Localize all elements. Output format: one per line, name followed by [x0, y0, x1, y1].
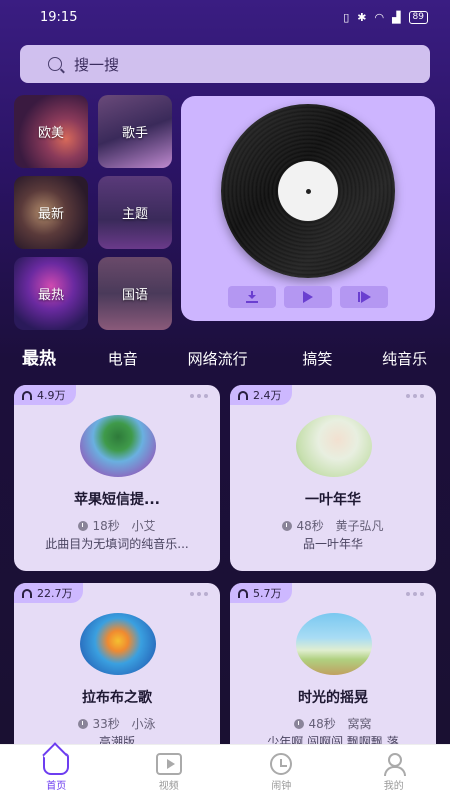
song-artist: 窝窝 [347, 717, 372, 731]
clock-icon [282, 520, 293, 531]
song-title: 时光的摇晃 [298, 690, 368, 706]
nav-label: 闹钟 [271, 781, 292, 792]
song-cover [80, 415, 156, 477]
player-controls [228, 286, 388, 308]
play-count-badge: 4.9万 [14, 385, 76, 405]
nav-label: 首页 [46, 781, 67, 792]
song-desc: 此曲目为无填词的纯音乐... [45, 537, 189, 551]
tab-chunyinyue[interactable]: 纯音乐 [382, 348, 442, 369]
category-label: 主题 [121, 207, 148, 222]
song-duration: 33秒 [92, 717, 120, 731]
song-meta: 48秒 窝窝 [230, 715, 436, 732]
song-card[interactable]: 4.9万 苹果短信提... 18秒 小艾 此曲目为无填词的纯音乐... [14, 385, 220, 571]
tab-gaoxiao[interactable]: 搞笑 [302, 348, 382, 369]
song-artist: 小艾 [131, 519, 156, 533]
category-label: 歌手 [121, 126, 148, 141]
play-count: 2.4万 [253, 389, 282, 402]
category-label: 国语 [121, 288, 148, 303]
download-button[interactable] [228, 286, 276, 308]
play-count-badge: 5.7万 [230, 583, 292, 603]
more-icon[interactable] [406, 394, 424, 398]
category-tile-oumei[interactable]: 欧美 [14, 95, 88, 168]
search-input[interactable]: 搜一搜 [20, 45, 430, 83]
song-artist: 黄子弘凡 [335, 519, 384, 533]
song-title: 一叶年华 [305, 492, 361, 508]
vinyl-record-image [221, 104, 395, 278]
vinyl-label [278, 161, 338, 221]
song-cover [296, 613, 372, 675]
play-icon [303, 291, 313, 303]
play-count: 22.7万 [37, 587, 73, 600]
clock-icon [78, 718, 89, 729]
signal-icon: ▟ [392, 10, 401, 24]
headphone-icon [238, 588, 248, 598]
nav-label: 视频 [158, 781, 179, 792]
play-count-badge: 2.4万 [230, 385, 292, 405]
more-icon[interactable] [190, 394, 208, 398]
status-bar: 19:15 ▯ ✱ ◠ ▟ 89 [0, 0, 450, 34]
category-label: 欧美 [37, 126, 64, 141]
tab-wangluoliuxing[interactable]: 网络流行 [188, 348, 303, 369]
video-icon [155, 753, 182, 775]
song-meta: 33秒 小泳 [14, 715, 220, 732]
song-duration: 18秒 [92, 519, 120, 533]
song-card[interactable]: 22.7万 拉布布之歌 33秒 小泳 高潮版 [14, 583, 220, 769]
home-icon [43, 753, 70, 775]
nav-alarm[interactable]: 闹钟 [251, 753, 311, 792]
category-tile-zhuti[interactable]: 主题 [98, 176, 172, 249]
song-meta: 18秒 小艾 [14, 517, 220, 534]
alarm-icon [270, 753, 293, 775]
profile-icon [383, 753, 406, 776]
song-title: 拉布布之歌 [82, 690, 152, 706]
headphone-icon [22, 588, 32, 598]
status-time: 19:15 [40, 9, 78, 25]
nav-video[interactable]: 视频 [139, 753, 199, 792]
category-tabs: 最热 电音 网络流行 搞笑 纯音乐 [22, 344, 442, 369]
song-duration: 48秒 [296, 519, 324, 533]
song-desc: 品一叶年华 [302, 537, 363, 551]
song-artist: 小泳 [131, 717, 156, 731]
tab-dianyin[interactable]: 电音 [108, 348, 188, 369]
vibrate-icon: ▯ [343, 10, 350, 24]
category-tile-zuire[interactable]: 最热 [14, 257, 88, 330]
wifi-icon: ◠ [374, 10, 385, 24]
song-card[interactable]: 5.7万 时光的摇晃 48秒 窝窝 少年啊 闯啊闯 飘啊飘 落 [230, 583, 436, 769]
search-icon [48, 57, 62, 71]
nav-home[interactable]: 首页 [26, 753, 86, 792]
song-title: 苹果短信提... [74, 492, 160, 508]
clock-icon [78, 520, 89, 531]
song-duration: 48秒 [308, 717, 336, 731]
more-icon[interactable] [406, 592, 424, 596]
song-card[interactable]: 2.4万 一叶年华 48秒 黄子弘凡 品一叶年华 [230, 385, 436, 571]
battery-icon: 89 [408, 10, 428, 24]
song-cover [80, 613, 156, 675]
category-tile-zuixin[interactable]: 最新 [14, 176, 88, 249]
category-label: 最新 [37, 207, 64, 222]
nav-label: 我的 [383, 781, 404, 792]
play-count-badge: 22.7万 [14, 583, 83, 603]
nav-me[interactable]: 我的 [364, 753, 424, 792]
tab-zuire[interactable]: 最热 [22, 344, 108, 369]
more-icon[interactable] [190, 592, 208, 596]
category-tile-guoyu[interactable]: 国语 [98, 257, 172, 330]
bottom-nav: 首页 视频 闹钟 我的 [0, 744, 450, 800]
play-count: 4.9万 [37, 389, 66, 402]
bluetooth-icon: ✱ [357, 10, 367, 24]
status-icons: ▯ ✱ ◠ ▟ 89 [343, 10, 428, 24]
play-count: 5.7万 [253, 587, 282, 600]
clock-icon [294, 718, 305, 729]
song-cover [296, 415, 372, 477]
headphone-icon [22, 390, 32, 400]
headphone-icon [238, 390, 248, 400]
category-grid: 欧美 歌手 最新 主题 最热 国语 [14, 95, 172, 330]
player-card [181, 96, 435, 321]
song-meta: 48秒 黄子弘凡 [230, 517, 436, 534]
category-tile-geshou[interactable]: 歌手 [98, 95, 172, 168]
search-placeholder: 搜一搜 [74, 55, 120, 74]
category-label: 最热 [37, 288, 64, 303]
play-button[interactable] [284, 286, 332, 308]
download-icon [246, 291, 258, 303]
next-button[interactable] [340, 286, 388, 308]
skip-icon [357, 291, 371, 303]
